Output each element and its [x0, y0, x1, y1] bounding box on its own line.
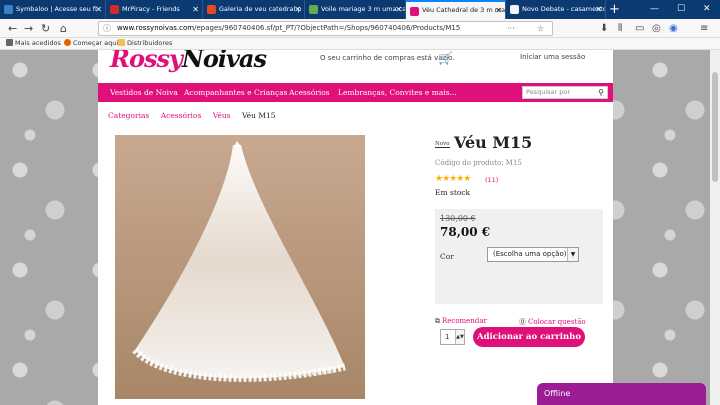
page-content: RossyNoivas O seu carrinho de compras es… — [98, 50, 613, 405]
url-domain: www.rossynoivas.com — [117, 24, 195, 32]
close-tab-icon[interactable]: ✕ — [595, 0, 602, 19]
back-button[interactable]: ← — [8, 19, 17, 38]
old-price: 130,00 € — [440, 214, 476, 223]
tab-veu-cathedral[interactable]: Véu Cathedral de 3 m ma ✕ — [406, 0, 506, 19]
rossynoivas-favicon-icon — [410, 7, 419, 16]
home-button[interactable]: ⌂ — [60, 19, 67, 38]
cart-icon[interactable]: 🛒 — [438, 51, 453, 65]
tab-novo-debate[interactable]: Novo Debate - casamento ✕ — [506, 0, 606, 19]
tab-voile[interactable]: Voile mariage 3 m uma cam ✕ — [305, 0, 406, 19]
quantity-stepper[interactable]: 1 ▲▼ — [440, 329, 465, 345]
reload-button[interactable]: ↻ — [41, 19, 50, 38]
tab-symbaloo[interactable]: Symbaloo | Acesse seu fi ✕ — [0, 0, 106, 19]
symbaloo-favicon-icon — [4, 5, 13, 14]
tab-mrpiracy[interactable]: MrPiracy - Friends ✕ — [106, 0, 203, 19]
current-price: 78,00 € — [440, 225, 491, 239]
menu-item-acompanhantes[interactable]: Acompanhantes e Crianças — [184, 83, 288, 102]
close-tab-icon[interactable]: ✕ — [395, 0, 402, 19]
menu-item-acessorios[interactable]: Acessórios — [289, 83, 330, 102]
bookmark-star-icon[interactable]: ☆ — [537, 22, 544, 35]
new-tab-button[interactable]: + — [609, 0, 620, 19]
question-icon: ⓪ — [519, 318, 526, 326]
new-badge: Novo — [435, 141, 450, 148]
color-select[interactable]: (Escolha uma opção) ▼ — [487, 247, 579, 262]
url-path: /epages/960740406.sf/pt_PT/?ObjectPath=/… — [194, 24, 461, 32]
breadcrumb-acessorios[interactable]: Acessórios — [161, 111, 202, 120]
search-input[interactable]: Pesquisar por — [526, 87, 570, 98]
page-viewport: RossyNoivas O seu carrinho de compras es… — [0, 50, 710, 405]
mrpiracy-favicon-icon — [110, 5, 119, 14]
close-window-button[interactable]: ✕ — [703, 0, 711, 19]
url-text[interactable]: www.rossynoivas.com/epages/960740406.sf/… — [117, 22, 460, 35]
close-tab-icon[interactable]: ✕ — [192, 0, 199, 19]
login-link[interactable]: Iniciar uma sessão — [520, 53, 585, 61]
breadcrumb: Categorias Acessórios Véus Véu M15 — [108, 111, 285, 120]
purchase-box: 130,00 € 78,00 € Cor (Escolha uma opção)… — [435, 209, 603, 304]
page-actions-icon[interactable]: ··· — [507, 22, 515, 35]
share-icon: ⧉ — [435, 317, 440, 325]
chevron-down-icon: ▼ — [567, 248, 578, 261]
address-bar[interactable]: ⓘ www.rossynoivas.com/epages/960740406.s… — [98, 21, 553, 36]
gear-icon — [6, 39, 13, 46]
menu-item-lembrancas[interactable]: Lembranças, Convites e mais... — [338, 83, 457, 102]
site-logo[interactable]: RossyNoivas — [110, 50, 267, 73]
folder-icon — [118, 39, 125, 46]
product-code: Código do produto: M15 — [435, 159, 522, 167]
maximize-button[interactable]: ☐ — [677, 0, 685, 19]
recommend-link[interactable]: ⧉ Recomendar — [435, 317, 487, 326]
tab-strip: Symbaloo | Acesse seu fi ✕ MrPiracy - Fr… — [0, 0, 720, 19]
breadcrumb-veus[interactable]: Véus — [213, 111, 231, 120]
menu-icon[interactable]: ≡ — [700, 19, 708, 38]
product-title: Véu M15 — [454, 133, 533, 152]
cart-status-text: O seu carrinho de compras está vazio. — [320, 54, 455, 62]
voile-favicon-icon — [309, 5, 318, 14]
spinner-arrows-icon[interactable]: ▲▼ — [455, 330, 464, 344]
account-icon[interactable]: ◎ — [652, 19, 661, 38]
product-image[interactable] — [115, 135, 365, 399]
close-tab-icon[interactable]: ✕ — [294, 0, 301, 19]
sidebar-icon[interactable]: ▭ — [635, 19, 644, 38]
menu-item-vestidos[interactable]: Vestidos de Noiva — [110, 83, 178, 102]
color-label: Cor — [440, 252, 454, 261]
close-tab-icon[interactable]: ✕ — [95, 0, 102, 19]
bookmark-distribuidores[interactable]: Distribuidores — [118, 38, 172, 49]
stock-status: Em stock — [435, 188, 471, 197]
tab-galeria[interactable]: Galeria de veu catedral p ✕ — [203, 0, 305, 19]
bookmarks-toolbar: Mais acedidos Começar aqui Distribuidore… — [0, 38, 720, 50]
library-icon[interactable]: ⫴ — [618, 19, 622, 38]
download-icon[interactable]: ⬇ — [600, 19, 608, 38]
chat-widget[interactable]: Offline — [537, 383, 706, 405]
breadcrumb-categorias[interactable]: Categorias — [108, 111, 149, 120]
extension-icon[interactable]: ◉ — [669, 19, 678, 38]
search-icon[interactable]: ⚲ — [598, 87, 604, 98]
debate-favicon-icon — [510, 5, 519, 14]
galeria-favicon-icon — [207, 5, 216, 14]
navigation-toolbar: ← → ↻ ⌂ ⓘ www.rossynoivas.com/epages/960… — [0, 19, 720, 38]
bookmark-mais-acedidos[interactable]: Mais acedidos — [6, 38, 61, 49]
rating-stars-icon[interactable]: ★★★★★ — [435, 174, 471, 184]
ask-question-link[interactable]: ⓪ Colocar questão — [519, 317, 586, 327]
veil-photo-illustration — [115, 135, 365, 399]
rating-count[interactable]: (11) — [485, 176, 498, 184]
site-info-icon[interactable]: ⓘ — [103, 23, 111, 34]
forward-button[interactable]: → — [24, 19, 33, 38]
add-to-cart-button[interactable]: Adicionar ao carrinho — [473, 327, 585, 347]
scrollbar-thumb[interactable] — [712, 72, 718, 182]
minimize-button[interactable]: — — [650, 0, 659, 19]
main-menu: Vestidos de Noiva Acompanhantes e Crianç… — [98, 83, 613, 102]
bookmark-comecar-aqui[interactable]: Começar aqui — [64, 38, 118, 49]
breadcrumb-current: Véu M15 — [241, 111, 276, 120]
search-box[interactable]: Pesquisar por ⚲ — [522, 86, 608, 99]
close-tab-icon[interactable]: ✕ — [495, 2, 502, 19]
firefox-icon — [64, 39, 71, 46]
